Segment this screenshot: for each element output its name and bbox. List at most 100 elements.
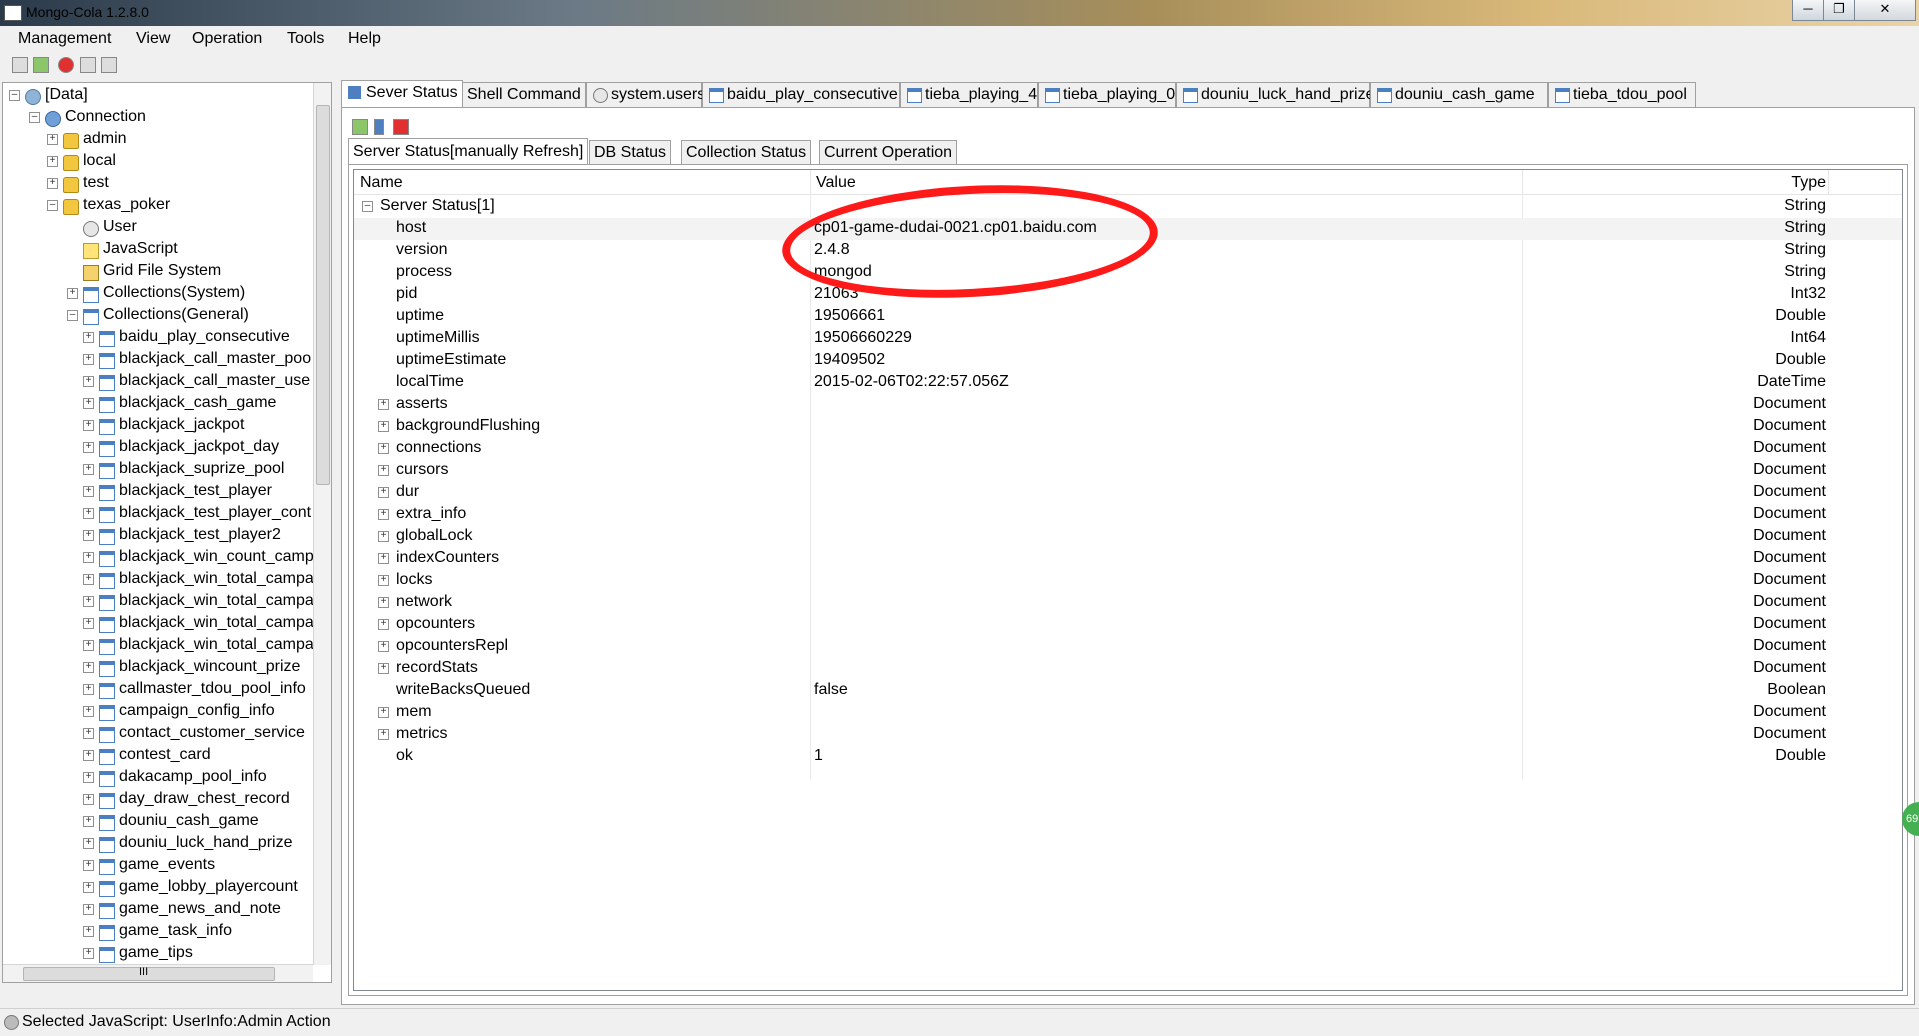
grid-row[interactable]: + cursors Document	[354, 460, 1902, 482]
grid-row-root[interactable]: – Server Status[1] String	[354, 196, 1902, 218]
expand-icon[interactable]: +	[378, 509, 389, 520]
expand-icon[interactable]: +	[83, 794, 94, 805]
scroll-thumb[interactable]	[316, 105, 330, 485]
tab-tieba-playing-0[interactable]: tieba_playing_0	[1038, 82, 1176, 107]
pause-icon[interactable]	[374, 119, 384, 135]
object-tree[interactable]: – [Data] – Connection + admin + local + …	[2, 82, 332, 983]
grid-row[interactable]: process mongod String	[354, 262, 1902, 284]
tab-douniu-cash-game[interactable]: douniu_cash_game	[1370, 82, 1548, 107]
panel-splitter[interactable]	[333, 82, 339, 981]
tab-system-users[interactable]: system.users	[586, 82, 705, 107]
tab-shell-command[interactable]: Shell Command	[462, 82, 586, 107]
grid-row[interactable]: + asserts Document	[354, 394, 1902, 416]
expand-icon[interactable]: +	[378, 597, 389, 608]
expand-icon[interactable]: +	[378, 443, 389, 454]
scroll-thumb[interactable]: III	[23, 966, 275, 981]
expand-icon[interactable]: +	[378, 465, 389, 476]
column-separator[interactable]	[810, 170, 811, 194]
expand-icon[interactable]: +	[83, 860, 94, 871]
tree-horizontal-scrollbar[interactable]: III	[3, 964, 313, 982]
expand-icon[interactable]: +	[83, 618, 94, 629]
grid-row[interactable]: uptimeEstimate 19409502 Double	[354, 350, 1902, 372]
menu-operation[interactable]: Operation	[192, 30, 262, 48]
expand-icon[interactable]: +	[83, 574, 94, 585]
expand-icon[interactable]: +	[83, 882, 94, 893]
close-button[interactable]: ✕	[1854, 0, 1916, 21]
expand-icon[interactable]: +	[83, 552, 94, 563]
expand-icon[interactable]: +	[378, 663, 389, 674]
expand-icon[interactable]: +	[378, 619, 389, 630]
collapse-icon[interactable]: –	[362, 201, 373, 212]
subtab-collection-status[interactable]: Collection Status	[681, 140, 812, 165]
expand-icon[interactable]: +	[83, 530, 94, 541]
expand-icon[interactable]: +	[83, 750, 94, 761]
refresh-icon[interactable]	[33, 57, 49, 73]
expand-icon[interactable]: +	[378, 399, 389, 410]
status-grid[interactable]: Name Value Type – Server Status[1] Strin…	[353, 169, 1903, 991]
grid-row[interactable]: host cp01-game-dudai-0021.cp01.baidu.com S…	[354, 218, 1902, 240]
expand-icon[interactable]: +	[83, 728, 94, 739]
expand-icon[interactable]: +	[83, 398, 94, 409]
expand-icon[interactable]: +	[83, 684, 94, 695]
grid-row[interactable]: + indexCounters Document	[354, 548, 1902, 570]
expand-icon[interactable]: +	[378, 531, 389, 542]
grid-row[interactable]: localTime 2015-02-06T02:22:57.056Z DateTim…	[354, 372, 1902, 394]
expand-icon[interactable]: +	[83, 838, 94, 849]
stop-icon[interactable]	[393, 119, 409, 135]
expand-icon[interactable]: +	[83, 332, 94, 343]
expand-icon[interactable]: +	[378, 421, 389, 432]
expand-icon[interactable]: +	[83, 948, 94, 959]
expand-icon[interactable]: +	[378, 707, 389, 718]
options-icon[interactable]	[101, 57, 117, 73]
expand-icon[interactable]: +	[83, 662, 94, 673]
expand-icon[interactable]: +	[83, 640, 94, 651]
menu-management[interactable]: Management	[18, 30, 111, 48]
tab-baidu-play-consecutive[interactable]: baidu_play_consecutive	[702, 82, 900, 107]
collapse-icon[interactable]: –	[47, 200, 58, 211]
grid-row[interactable]: + recordStats Document	[354, 658, 1902, 680]
column-header-value[interactable]: Value	[816, 174, 856, 192]
grid-row[interactable]: writeBacksQueued false Boolean	[354, 680, 1902, 702]
expand-icon[interactable]: +	[378, 487, 389, 498]
tab-tieba-tdou-pool[interactable]: tieba_tdou_pool	[1548, 82, 1696, 107]
grid-row[interactable]: + opcountersRepl Document	[354, 636, 1902, 658]
subtab-server-status[interactable]: Server Status[manually Refresh]	[348, 138, 589, 166]
expand-icon[interactable]: +	[83, 442, 94, 453]
grid-row[interactable]: + extra_info Document	[354, 504, 1902, 526]
collapse-icon[interactable]: –	[9, 90, 20, 101]
restore-button[interactable]: ❐	[1823, 0, 1855, 21]
grid-row[interactable]: uptime 19506661 Double	[354, 306, 1902, 328]
tab-server-status[interactable]: Sever Status	[341, 80, 463, 108]
expand-icon[interactable]: +	[83, 596, 94, 607]
expand-icon[interactable]: +	[378, 553, 389, 564]
menu-help[interactable]: Help	[348, 30, 381, 48]
expand-icon[interactable]: +	[83, 816, 94, 827]
expand-icon[interactable]: +	[47, 156, 58, 167]
menu-tools[interactable]: Tools	[287, 30, 324, 48]
grid-row[interactable]: + opcounters Document	[354, 614, 1902, 636]
tree-vertical-scrollbar[interactable]	[313, 83, 331, 965]
expand-icon[interactable]: +	[83, 354, 94, 365]
expand-icon[interactable]: +	[83, 926, 94, 937]
grid-row[interactable]: + globalLock Document	[354, 526, 1902, 548]
edit-icon[interactable]	[12, 57, 28, 73]
grid-row[interactable]: + dur Document	[354, 482, 1902, 504]
expand-icon[interactable]: +	[47, 134, 58, 145]
expand-icon[interactable]: +	[83, 420, 94, 431]
collapse-icon[interactable]: –	[29, 112, 40, 123]
expand-icon[interactable]: +	[378, 729, 389, 740]
subtab-current-operation[interactable]: Current Operation	[819, 140, 958, 165]
expand-icon[interactable]: +	[83, 508, 94, 519]
grid-row[interactable]: + metrics Document	[354, 724, 1902, 746]
expand-icon[interactable]: +	[378, 641, 389, 652]
collapse-icon[interactable]: –	[67, 310, 78, 321]
column-header-type[interactable]: Type	[1791, 174, 1826, 192]
grid-row[interactable]: + network Document	[354, 592, 1902, 614]
column-separator[interactable]	[1522, 170, 1523, 194]
expand-icon[interactable]: +	[67, 288, 78, 299]
expand-icon[interactable]: +	[83, 904, 94, 915]
expand-icon[interactable]: +	[83, 486, 94, 497]
expand-icon[interactable]: +	[378, 575, 389, 586]
grid-row[interactable]: uptimeMillis 19506660229 Int64	[354, 328, 1902, 350]
grid-row[interactable]: + backgroundFlushing Document	[354, 416, 1902, 438]
